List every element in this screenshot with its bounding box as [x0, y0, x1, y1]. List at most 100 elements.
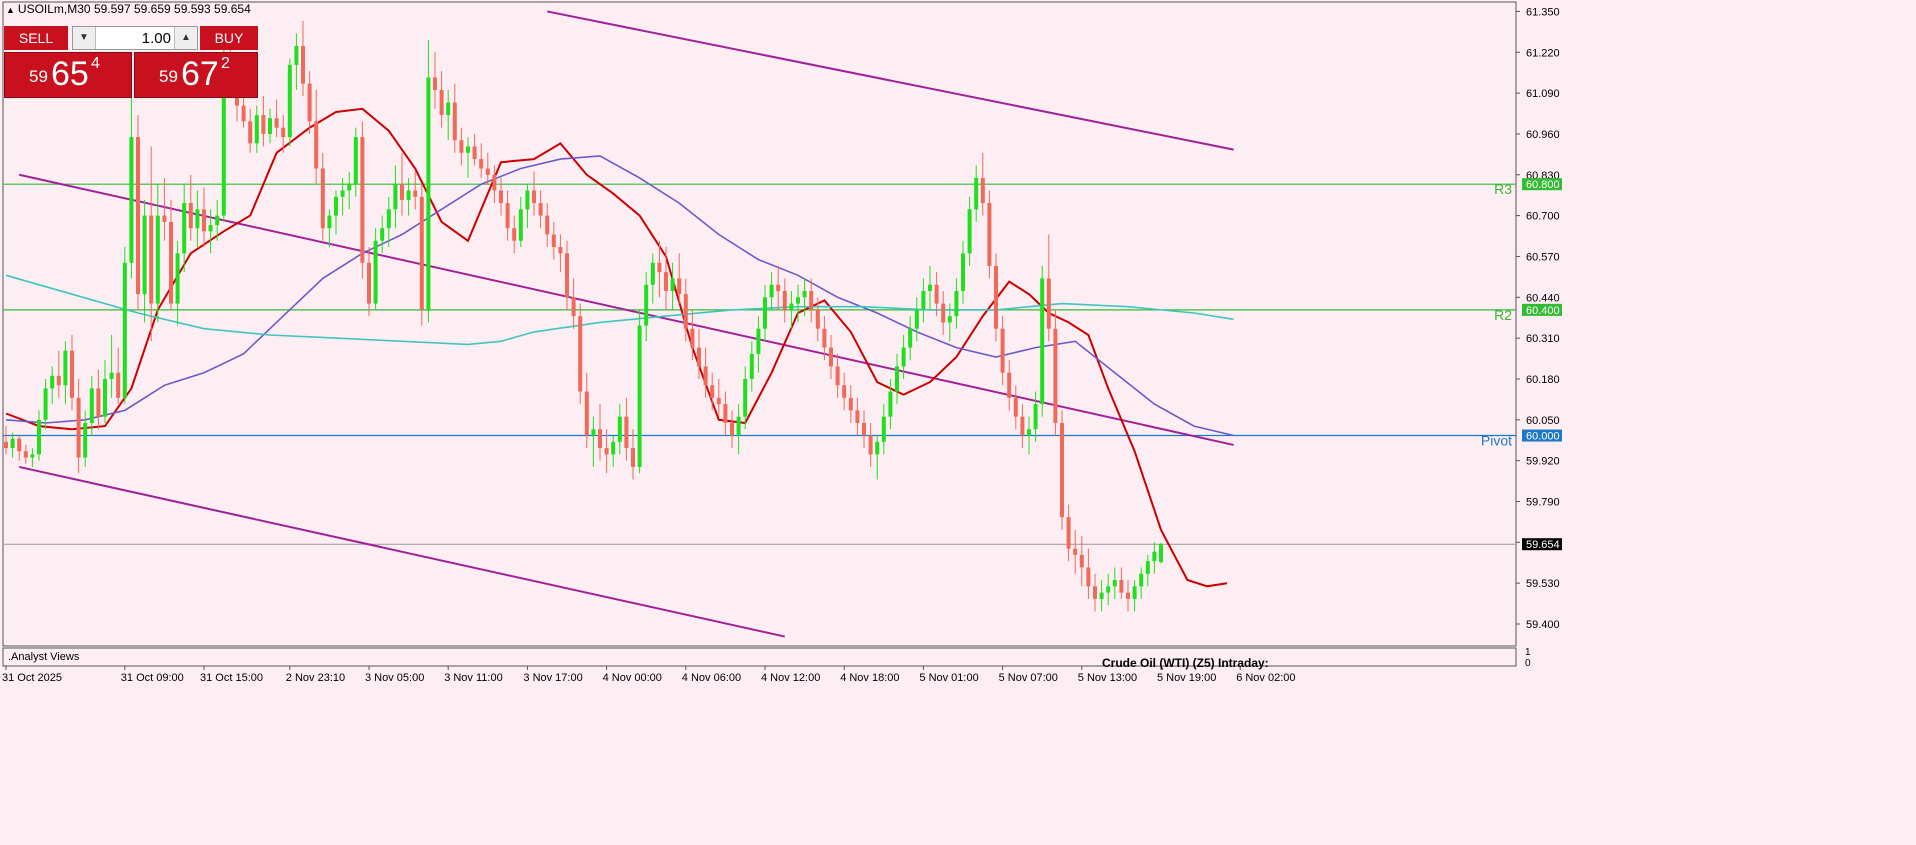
volume-increase-icon[interactable]: ▲ — [174, 27, 197, 49]
candle-body — [914, 309, 919, 329]
volume-decrease-icon[interactable]: ▼ — [73, 27, 96, 49]
candle-body — [70, 350, 74, 398]
candle-body — [122, 262, 127, 398]
candle-body — [604, 448, 609, 455]
candle-body — [83, 422, 88, 458]
sell-price-fraction: 4 — [91, 55, 100, 72]
volume-input[interactable] — [97, 28, 175, 48]
candle-body — [129, 137, 134, 263]
candle-body — [116, 372, 121, 398]
candle-body — [1000, 328, 1005, 373]
candle-body — [1119, 580, 1124, 593]
candle — [578, 303, 583, 405]
candle-body — [1126, 592, 1130, 599]
candle-body — [76, 397, 81, 458]
sell-price-box[interactable]: 59 65 4 — [4, 52, 132, 98]
candle-body — [1099, 592, 1104, 599]
candle-body — [756, 328, 761, 354]
sell-button[interactable]: SELL — [4, 26, 68, 50]
time-tick-label: 6 Nov 02:00 — [1236, 672, 1295, 684]
candle-body — [677, 278, 682, 295]
candle-body — [4, 441, 8, 449]
candle-body — [565, 253, 569, 298]
level-price-tag: 60.800 — [1526, 179, 1560, 191]
candle-body — [888, 391, 893, 417]
candle-body — [868, 435, 873, 455]
indicator-subwindow — [2, 647, 1517, 667]
candle-body — [769, 284, 774, 298]
candle-body — [466, 146, 470, 153]
candle-body — [479, 159, 484, 169]
collapse-triangle-icon[interactable]: ▲ — [6, 5, 15, 15]
candle-body — [617, 416, 622, 442]
candle-body — [202, 209, 206, 232]
candle-body — [518, 209, 523, 241]
candle-body — [743, 378, 748, 417]
level-label-pivot: Pivot — [1481, 433, 1512, 449]
candle-body — [136, 137, 140, 295]
candle-body — [538, 203, 543, 216]
candle-body — [215, 215, 220, 226]
candle-body — [195, 209, 200, 229]
buy-button[interactable]: BUY — [200, 26, 258, 50]
chart-canvas[interactable]: 61.35061.22061.09060.96060.83060.70060.5… — [0, 0, 1916, 840]
candle-body — [789, 303, 794, 310]
candle-body — [584, 391, 589, 436]
candle-body — [1106, 586, 1111, 593]
candle-body — [274, 118, 279, 128]
candle-body — [763, 297, 767, 329]
price-tick-label: 61.350 — [1526, 6, 1560, 18]
candle-body — [835, 366, 840, 386]
candle-body — [56, 375, 61, 386]
candle-body — [532, 190, 536, 204]
candle-body — [103, 378, 107, 417]
candle — [1060, 410, 1064, 530]
candle — [1159, 542, 1163, 564]
time-tick-label: 2 Nov 23:10 — [286, 672, 345, 684]
time-tick-label: 3 Nov 11:00 — [444, 672, 503, 684]
candle-body — [571, 297, 576, 317]
volume-stepper[interactable]: ▼ ▲ — [72, 26, 198, 50]
candle-body — [208, 225, 213, 232]
candle-body — [551, 234, 556, 248]
candle-body — [967, 209, 972, 254]
candle-body — [182, 203, 187, 254]
candle-body — [254, 115, 259, 144]
candle-body — [492, 174, 497, 191]
candle-body — [393, 184, 398, 210]
candle-body — [683, 294, 688, 329]
candle-body — [499, 190, 503, 204]
candle-body — [723, 404, 728, 423]
subwindow-label: .Analyst Views — [8, 651, 80, 663]
candle-body — [961, 253, 965, 292]
candle-body — [334, 196, 338, 216]
candle-body — [670, 278, 675, 292]
subwindow-scale-bottom: 0 — [1525, 658, 1531, 669]
candle-body — [776, 284, 781, 292]
candle-body — [43, 388, 48, 420]
candle-body — [987, 203, 992, 266]
price-tick-label: 59.790 — [1526, 496, 1560, 508]
candle-body — [459, 140, 464, 153]
candle-body — [320, 168, 325, 229]
candle-body — [1073, 548, 1078, 555]
price-chart[interactable]: 61.350 61.220 61.090 60.960 60.830 60.700 60.5… — [0, 0, 1916, 840]
time-tick-label: 3 Nov 05:00 — [365, 672, 424, 684]
buy-price-box[interactable]: 59 67 2 — [134, 52, 258, 98]
candle-body — [875, 441, 880, 455]
candle — [360, 121, 365, 279]
candle-body — [446, 102, 451, 116]
candle-body — [815, 309, 820, 329]
level-label-r2: R2 — [1494, 307, 1512, 323]
candle-body — [624, 416, 629, 449]
candle-body — [426, 77, 431, 310]
candle-body — [155, 215, 160, 304]
candle-body — [1079, 554, 1084, 568]
candle-body — [637, 325, 642, 467]
symbol-header: ▲ USOILm,M30 59.597 59.659 59.593 59.654 — [6, 2, 251, 16]
candle-body — [749, 353, 754, 379]
price-tick-label: 60.180 — [1526, 374, 1560, 386]
time-tick-label: 5 Nov 07:00 — [999, 672, 1058, 684]
candle-body — [314, 121, 319, 169]
candle-body — [710, 385, 715, 398]
